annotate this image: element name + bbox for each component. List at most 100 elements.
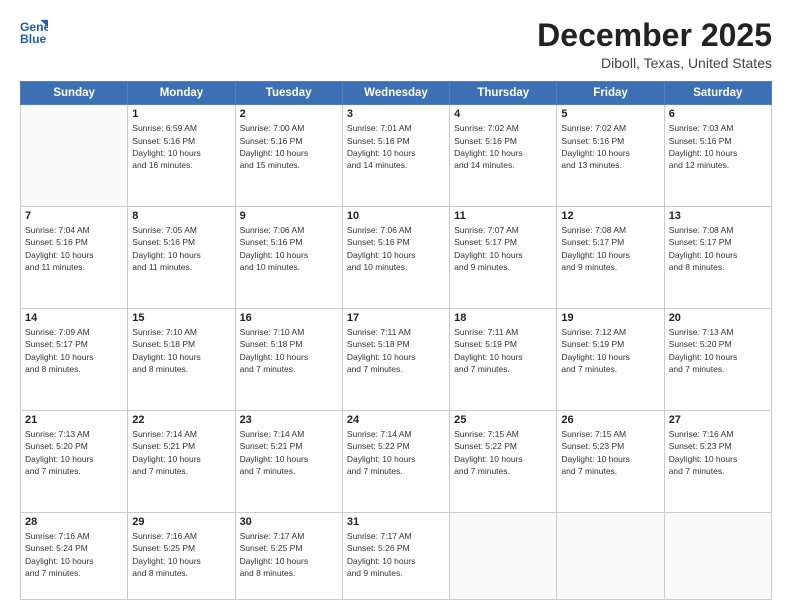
- table-row: 27 Sunrise: 7:16 AM Sunset: 5:23 PM Dayli…: [664, 411, 771, 513]
- table-row: 11Sunrise: 7:07 AM Sunset: 5:17 PM Dayli…: [450, 207, 557, 309]
- calendar: Sunday Monday Tuesday Wednesday Thursday…: [20, 81, 772, 600]
- day-number: 25: [454, 414, 552, 426]
- day-info: Sunrise: 7:04 AM Sunset: 5:16 PM Dayligh…: [25, 224, 123, 273]
- table-row: 15 Sunrise: 7:10 AM Sunset: 5:18 PM Dayli…: [128, 309, 235, 411]
- day-info: Sunrise: 7:11 AM Sunset: 5:19 PM Dayligh…: [454, 326, 552, 375]
- day-info: Sunrise: 7:00 AM Sunset: 5:16 PM Dayligh…: [240, 122, 338, 171]
- day-number: 30: [240, 516, 338, 528]
- col-thursday: Thursday: [450, 82, 557, 105]
- table-row: 24 Sunrise: 7:14 AM Sunset: 5:22 PM Dayli…: [342, 411, 449, 513]
- header: General Blue December 2025 Diboll, Texas…: [20, 18, 772, 71]
- day-number: 24: [347, 414, 445, 426]
- day-info: Sunrise: 7:14 AM Sunset: 5:21 PM Dayligh…: [132, 428, 230, 477]
- table-row: 25 Sunrise: 7:15 AM Sunset: 5:22 PM Dayli…: [450, 411, 557, 513]
- table-row: [557, 513, 664, 600]
- table-row: 28 Sunrise: 7:16 AM Sunset: 5:24 PM Dayli…: [21, 513, 128, 600]
- day-info: Sunrise: 7:07 AM Sunset: 5:17 PM Dayligh…: [454, 224, 552, 273]
- day-number: 7: [25, 210, 123, 222]
- table-row: [21, 105, 128, 207]
- day-info: Sunrise: 7:09 AM Sunset: 5:17 PM Dayligh…: [25, 326, 123, 375]
- col-monday: Monday: [128, 82, 235, 105]
- day-info: Sunrise: 7:08 AM Sunset: 5:17 PM Dayligh…: [561, 224, 659, 273]
- day-info: Sunrise: 7:11 AM Sunset: 5:18 PM Dayligh…: [347, 326, 445, 375]
- day-number: 17: [347, 312, 445, 324]
- day-number: 26: [561, 414, 659, 426]
- day-info: Sunrise: 7:17 AM Sunset: 5:25 PM Dayligh…: [240, 530, 338, 579]
- table-row: 4Sunrise: 7:02 AM Sunset: 5:16 PM Daylig…: [450, 105, 557, 207]
- day-info: Sunrise: 7:13 AM Sunset: 5:20 PM Dayligh…: [669, 326, 767, 375]
- day-number: 31: [347, 516, 445, 528]
- subtitle: Diboll, Texas, United States: [537, 55, 772, 71]
- day-number: 9: [240, 210, 338, 222]
- table-row: 20 Sunrise: 7:13 AM Sunset: 5:20 PM Dayli…: [664, 309, 771, 411]
- table-row: 26 Sunrise: 7:15 AM Sunset: 5:23 PM Dayli…: [557, 411, 664, 513]
- table-row: 22 Sunrise: 7:14 AM Sunset: 5:21 PM Dayli…: [128, 411, 235, 513]
- day-number: 10: [347, 210, 445, 222]
- title-block: December 2025 Diboll, Texas, United Stat…: [537, 18, 772, 71]
- table-row: 9Sunrise: 7:06 AM Sunset: 5:16 PM Daylig…: [235, 207, 342, 309]
- day-number: 6: [669, 108, 767, 120]
- day-number: 20: [669, 312, 767, 324]
- table-row: 6 Sunrise: 7:03 AM Sunset: 5:16 PM Daylig…: [664, 105, 771, 207]
- page: General Blue December 2025 Diboll, Texas…: [0, 0, 792, 612]
- svg-text:Blue: Blue: [20, 32, 47, 46]
- table-row: 17 Sunrise: 7:11 AM Sunset: 5:18 PM Dayli…: [342, 309, 449, 411]
- col-friday: Friday: [557, 82, 664, 105]
- day-info: Sunrise: 7:10 AM Sunset: 5:18 PM Dayligh…: [132, 326, 230, 375]
- day-number: 23: [240, 414, 338, 426]
- day-info: Sunrise: 7:03 AM Sunset: 5:16 PM Dayligh…: [669, 122, 767, 171]
- table-row: 21 Sunrise: 7:13 AM Sunset: 5:20 PM Dayli…: [21, 411, 128, 513]
- table-row: 7 Sunrise: 7:04 AM Sunset: 5:16 PM Daylig…: [21, 207, 128, 309]
- table-row: 1 Sunrise: 6:59 AM Sunset: 5:16 PM Daylig…: [128, 105, 235, 207]
- day-info: Sunrise: 7:15 AM Sunset: 5:23 PM Dayligh…: [561, 428, 659, 477]
- table-row: 19 Sunrise: 7:12 AM Sunset: 5:19 PM Dayli…: [557, 309, 664, 411]
- table-row: 31 Sunrise: 7:17 AM Sunset: 5:26 PM Dayli…: [342, 513, 449, 600]
- day-number: 21: [25, 414, 123, 426]
- day-info: Sunrise: 7:15 AM Sunset: 5:22 PM Dayligh…: [454, 428, 552, 477]
- day-info: Sunrise: 7:01 AM Sunset: 5:16 PM Dayligh…: [347, 122, 445, 171]
- day-number: 3: [347, 108, 445, 120]
- table-row: 30 Sunrise: 7:17 AM Sunset: 5:25 PM Dayli…: [235, 513, 342, 600]
- table-row: 23 Sunrise: 7:14 AM Sunset: 5:21 PM Dayli…: [235, 411, 342, 513]
- table-row: 29Sunrise: 7:16 AM Sunset: 5:25 PM Dayli…: [128, 513, 235, 600]
- day-info: Sunrise: 7:16 AM Sunset: 5:23 PM Dayligh…: [669, 428, 767, 477]
- day-number: 15: [132, 312, 230, 324]
- day-info: Sunrise: 7:12 AM Sunset: 5:19 PM Dayligh…: [561, 326, 659, 375]
- table-row: 13 Sunrise: 7:08 AM Sunset: 5:17 PM Dayli…: [664, 207, 771, 309]
- logo: General Blue: [20, 18, 48, 46]
- col-sunday: Sunday: [21, 82, 128, 105]
- table-row: 16Sunrise: 7:10 AM Sunset: 5:18 PM Dayli…: [235, 309, 342, 411]
- day-number: 4: [454, 108, 552, 120]
- col-wednesday: Wednesday: [342, 82, 449, 105]
- month-title: December 2025: [537, 18, 772, 53]
- day-info: Sunrise: 7:05 AM Sunset: 5:16 PM Dayligh…: [132, 224, 230, 273]
- day-number: 1: [132, 108, 230, 120]
- table-row: 18Sunrise: 7:11 AM Sunset: 5:19 PM Dayli…: [450, 309, 557, 411]
- day-number: 28: [25, 516, 123, 528]
- day-info: Sunrise: 7:14 AM Sunset: 5:22 PM Dayligh…: [347, 428, 445, 477]
- day-number: 22: [132, 414, 230, 426]
- day-info: Sunrise: 7:14 AM Sunset: 5:21 PM Dayligh…: [240, 428, 338, 477]
- day-number: 29: [132, 516, 230, 528]
- day-info: Sunrise: 7:17 AM Sunset: 5:26 PM Dayligh…: [347, 530, 445, 579]
- day-info: Sunrise: 6:59 AM Sunset: 5:16 PM Dayligh…: [132, 122, 230, 171]
- table-row: 10 Sunrise: 7:06 AM Sunset: 5:16 PM Dayli…: [342, 207, 449, 309]
- calendar-header-row: Sunday Monday Tuesday Wednesday Thursday…: [21, 82, 772, 105]
- logo-icon: General Blue: [20, 18, 48, 46]
- day-number: 8: [132, 210, 230, 222]
- table-row: 12 Sunrise: 7:08 AM Sunset: 5:17 PM Dayli…: [557, 207, 664, 309]
- day-number: 13: [669, 210, 767, 222]
- day-info: Sunrise: 7:06 AM Sunset: 5:16 PM Dayligh…: [347, 224, 445, 273]
- table-row: [664, 513, 771, 600]
- day-number: 27: [669, 414, 767, 426]
- table-row: 5Sunrise: 7:02 AM Sunset: 5:16 PM Daylig…: [557, 105, 664, 207]
- day-info: Sunrise: 7:13 AM Sunset: 5:20 PM Dayligh…: [25, 428, 123, 477]
- table-row: 8 Sunrise: 7:05 AM Sunset: 5:16 PM Daylig…: [128, 207, 235, 309]
- day-number: 14: [25, 312, 123, 324]
- day-info: Sunrise: 7:16 AM Sunset: 5:24 PM Dayligh…: [25, 530, 123, 579]
- day-number: 5: [561, 108, 659, 120]
- day-info: Sunrise: 7:08 AM Sunset: 5:17 PM Dayligh…: [669, 224, 767, 273]
- day-number: 19: [561, 312, 659, 324]
- col-saturday: Saturday: [664, 82, 771, 105]
- day-number: 12: [561, 210, 659, 222]
